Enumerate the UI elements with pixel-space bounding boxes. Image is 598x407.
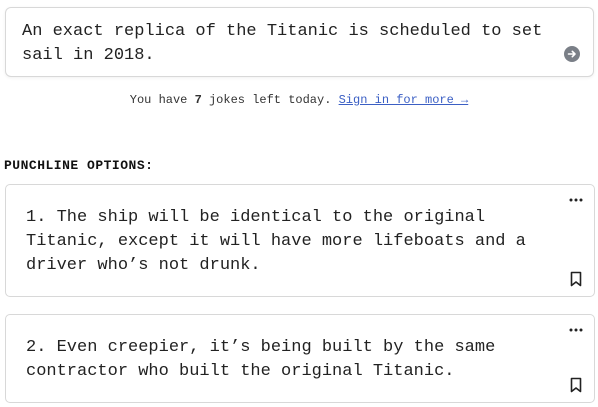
more-options-icon[interactable]: [568, 323, 584, 337]
punchline-text: 2. Even creepier, it’s being built by th…: [26, 338, 496, 381]
section-title: PUNCHLINE OPTIONS:: [4, 158, 154, 173]
prompt-text[interactable]: An exact replica of the Titanic is sched…: [22, 20, 552, 68]
punchline-card: 1. The ship will be identical to the ori…: [5, 184, 595, 297]
arrow-right-circle-icon[interactable]: [564, 46, 580, 62]
quota-count: 7: [194, 93, 202, 107]
bookmark-icon[interactable]: [569, 377, 583, 393]
prompt-box[interactable]: An exact replica of the Titanic is sched…: [5, 7, 594, 77]
sign-in-link[interactable]: Sign in for more →: [339, 93, 469, 107]
quota-suffix: jokes left today.: [201, 93, 332, 107]
jokes-quota: You have 7 jokes left today. Sign in for…: [0, 93, 598, 107]
more-options-icon[interactable]: [568, 193, 584, 207]
bookmark-icon[interactable]: [569, 271, 583, 287]
punchline-card: 2. Even creepier, it’s being built by th…: [5, 314, 595, 403]
quota-prefix: You have: [129, 93, 195, 107]
punchline-text: 1. The ship will be identical to the ori…: [26, 208, 526, 275]
